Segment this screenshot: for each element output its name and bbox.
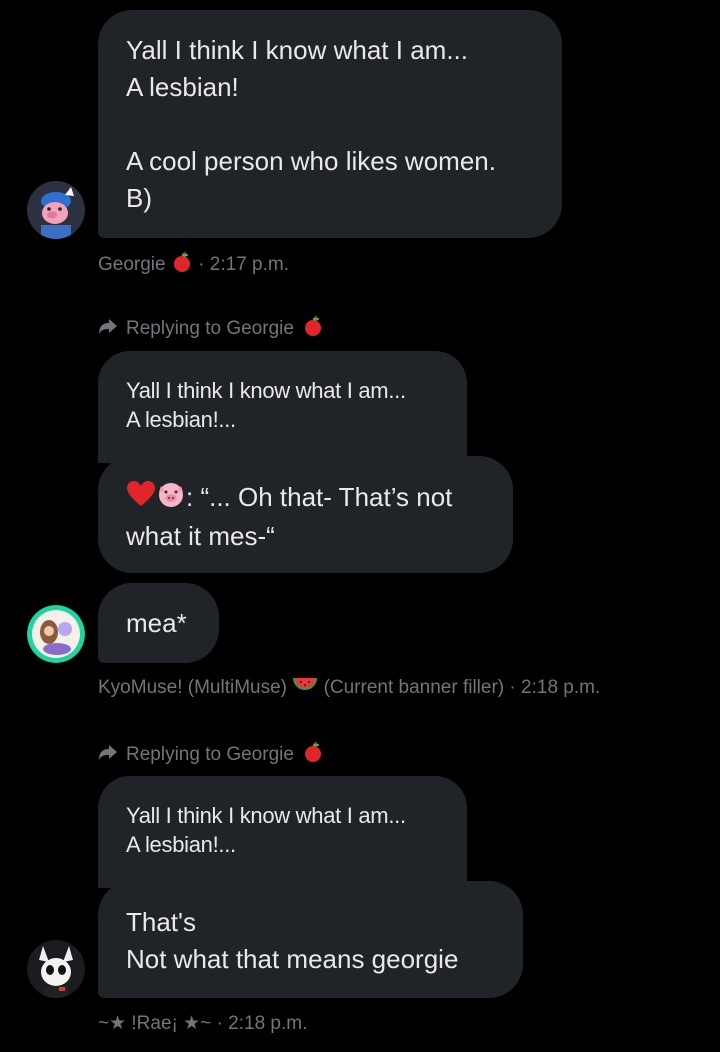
reply-label: Replying to Georgie <box>126 318 294 339</box>
apple-icon <box>171 251 193 279</box>
reply-context[interactable]: Replying to Georgie <box>98 315 324 343</box>
separator: · <box>216 1013 223 1034</box>
message-meta-rae: ~★ !Rae¡ ★~ · 2:18 p.m. <box>98 1012 307 1035</box>
separator: · <box>198 254 205 276</box>
message-meta-georgie: Georgie · 2:17 p.m. <box>98 251 289 279</box>
sender-name[interactable]: ~★ !Rae¡ ★~ <box>98 1013 211 1034</box>
quoted-message[interactable]: Yall I think I know what I am... A lesbi… <box>98 776 467 888</box>
message-bubble-rae[interactable]: That's Not what that means georgie <box>98 881 523 998</box>
avatar-kyomuse[interactable] <box>27 605 85 663</box>
pig-face-icon <box>156 480 186 518</box>
message-meta-kyomuse: KyoMuse! (MultiMuse) (Current banner fil… <box>98 675 600 701</box>
quoted-message[interactable]: Yall I think I know what I am... A lesbi… <box>98 351 467 463</box>
separator: · <box>509 677 516 699</box>
avatar-rae[interactable] <box>27 940 85 998</box>
timestamp: 2:18 p.m. <box>521 677 601 699</box>
timestamp: 2:17 p.m. <box>209 254 289 276</box>
reply-context[interactable]: Replying to Georgie <box>98 741 324 769</box>
reply-arrow-icon <box>98 743 118 767</box>
timestamp: 2:18 p.m. <box>228 1013 308 1034</box>
watermelon-icon <box>292 675 318 701</box>
apple-icon <box>302 315 324 343</box>
heart-icon <box>126 480 156 518</box>
reply-label: Replying to Georgie <box>126 744 294 765</box>
sender-name[interactable]: KyoMuse! (MultiMuse) <box>98 677 287 698</box>
reply-arrow-icon <box>98 317 118 341</box>
apple-icon <box>302 741 324 769</box>
sender-suffix: (Current banner filler) <box>323 677 505 699</box>
message-bubble-georgie[interactable]: Yall I think I know what I am... A lesbi… <box>98 10 562 238</box>
message-bubble-followup[interactable]: mea* <box>98 583 219 663</box>
message-bubble-kyomuse[interactable]: : “... Oh that- That’s not what it mes-“ <box>98 456 513 573</box>
avatar-georgie[interactable] <box>27 181 85 239</box>
sender-name[interactable]: Georgie <box>98 254 166 275</box>
